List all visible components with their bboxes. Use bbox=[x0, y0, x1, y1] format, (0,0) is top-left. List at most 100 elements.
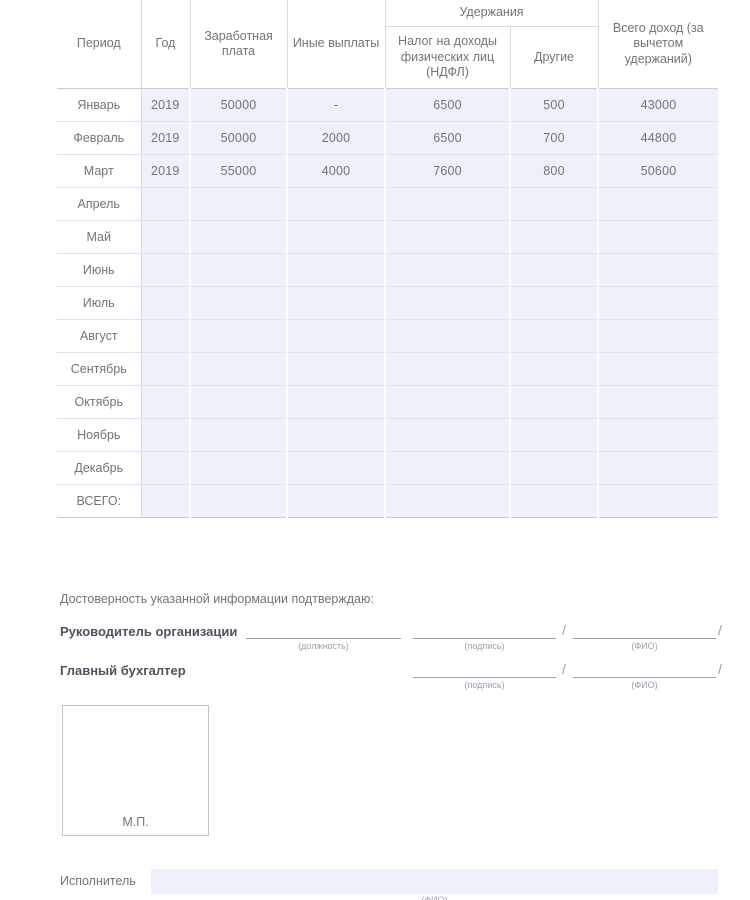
cell-other-payments[interactable] bbox=[287, 286, 386, 320]
cell-ndfl[interactable] bbox=[385, 484, 511, 518]
executor-input[interactable] bbox=[151, 869, 718, 894]
cell-salary[interactable] bbox=[190, 484, 288, 518]
cell-salary[interactable] bbox=[190, 451, 288, 485]
cell-other-payments[interactable] bbox=[287, 319, 386, 353]
cell-other-deductions[interactable] bbox=[510, 451, 600, 485]
cell-year[interactable] bbox=[141, 484, 191, 518]
director-position-field[interactable]: (должность) bbox=[246, 622, 401, 651]
director-name-line[interactable] bbox=[573, 622, 716, 639]
cell-total[interactable] bbox=[598, 484, 719, 518]
cell-other-payments[interactable] bbox=[287, 418, 386, 452]
cell-other-payments[interactable] bbox=[287, 253, 386, 287]
cell-total[interactable] bbox=[598, 385, 719, 419]
cell-ndfl[interactable]: 6500 bbox=[385, 121, 511, 155]
cell-year[interactable] bbox=[141, 352, 191, 386]
cell-salary[interactable] bbox=[190, 385, 288, 419]
cell-year[interactable]: 2019 bbox=[141, 154, 191, 188]
cell-other-deductions[interactable] bbox=[510, 253, 600, 287]
cell-year[interactable] bbox=[141, 385, 191, 419]
cell-other-payments[interactable] bbox=[287, 451, 386, 485]
director-signature-field[interactable]: (подпись) bbox=[413, 622, 556, 651]
cell-salary[interactable] bbox=[190, 286, 288, 320]
cell-year[interactable] bbox=[141, 253, 191, 287]
cell-other-payments[interactable]: 2000 bbox=[287, 121, 386, 155]
cell-salary[interactable] bbox=[190, 220, 288, 254]
cell-total[interactable]: 44800 bbox=[598, 121, 719, 155]
table-row: Декабрь bbox=[57, 451, 719, 485]
cell-other-deductions[interactable] bbox=[510, 220, 600, 254]
cell-year[interactable] bbox=[141, 220, 191, 254]
column-header-other-payments: Иные выплаты bbox=[287, 0, 386, 88]
cell-salary[interactable] bbox=[190, 352, 288, 386]
cell-other-deductions[interactable] bbox=[510, 187, 600, 221]
accountant-name-field[interactable]: (ФИО) bbox=[573, 661, 716, 690]
director-signature-line[interactable] bbox=[413, 622, 556, 639]
cell-total[interactable] bbox=[598, 451, 719, 485]
cell-other-deductions[interactable] bbox=[510, 319, 600, 353]
cell-other-deductions[interactable]: 800 bbox=[510, 154, 600, 188]
cell-ndfl[interactable] bbox=[385, 352, 511, 386]
cell-other-deductions[interactable]: 700 bbox=[510, 121, 600, 155]
cell-ndfl[interactable] bbox=[385, 418, 511, 452]
cell-total[interactable] bbox=[598, 220, 719, 254]
cell-other-payments[interactable]: 4000 bbox=[287, 154, 386, 188]
accountant-signature-line[interactable] bbox=[413, 661, 556, 678]
cell-total[interactable] bbox=[598, 187, 719, 221]
cell-ndfl[interactable]: 6500 bbox=[385, 88, 511, 122]
director-label: Руководитель организации bbox=[60, 624, 238, 639]
cell-year[interactable]: 2019 bbox=[141, 121, 191, 155]
cell-year[interactable] bbox=[141, 451, 191, 485]
cell-ndfl[interactable] bbox=[385, 286, 511, 320]
cell-other-deductions[interactable] bbox=[510, 352, 600, 386]
row-period-label: Сентябрь bbox=[57, 352, 142, 386]
accountant-signature-field[interactable]: (подпись) bbox=[413, 661, 556, 690]
accountant-name-line[interactable] bbox=[573, 661, 716, 678]
cell-salary[interactable]: 50000 bbox=[190, 121, 288, 155]
cell-other-payments[interactable] bbox=[287, 385, 386, 419]
cell-ndfl[interactable] bbox=[385, 220, 511, 254]
cell-ndfl[interactable] bbox=[385, 187, 511, 221]
column-header-other-deductions: Другие bbox=[510, 26, 599, 88]
cell-year[interactable] bbox=[141, 286, 191, 320]
table-body: Январь 2019 50000-6500 500 43000 Февраль 2019 5… bbox=[57, 88, 719, 518]
cell-other-payments[interactable] bbox=[287, 484, 386, 518]
director-position-caption: (должность) bbox=[298, 641, 349, 651]
cell-salary[interactable] bbox=[190, 187, 288, 221]
cell-year[interactable] bbox=[141, 418, 191, 452]
cell-other-deductions[interactable] bbox=[510, 286, 600, 320]
cell-total[interactable] bbox=[598, 418, 719, 452]
cell-year[interactable] bbox=[141, 319, 191, 353]
cell-ndfl[interactable] bbox=[385, 385, 511, 419]
cell-other-payments[interactable] bbox=[287, 352, 386, 386]
cell-total[interactable]: 43000 bbox=[598, 88, 719, 122]
director-position-line[interactable] bbox=[246, 622, 401, 639]
cell-other-deductions[interactable] bbox=[510, 484, 600, 518]
cell-total[interactable] bbox=[598, 319, 719, 353]
cell-ndfl[interactable] bbox=[385, 451, 511, 485]
cell-total[interactable] bbox=[598, 286, 719, 320]
stamp-box: М.П. bbox=[62, 705, 209, 836]
cell-ndfl[interactable] bbox=[385, 253, 511, 287]
cell-year[interactable]: 2019 bbox=[141, 88, 191, 122]
cell-ndfl[interactable]: 7600 bbox=[385, 154, 511, 188]
cell-other-payments[interactable] bbox=[287, 187, 386, 221]
income-table: Период Год Заработная плата Иные выплаты… bbox=[57, 0, 719, 518]
table-header: Период Год Заработная плата Иные выплаты… bbox=[57, 0, 719, 89]
cell-salary[interactable] bbox=[190, 418, 288, 452]
cell-year[interactable] bbox=[141, 187, 191, 221]
cell-other-deductions[interactable]: 500 bbox=[510, 88, 600, 122]
cell-other-deductions[interactable] bbox=[510, 418, 600, 452]
cell-salary[interactable] bbox=[190, 253, 288, 287]
cell-salary[interactable]: 50000 bbox=[190, 88, 288, 122]
cell-ndfl[interactable] bbox=[385, 319, 511, 353]
cell-salary[interactable] bbox=[190, 319, 288, 353]
director-name-field[interactable]: (ФИО) bbox=[573, 622, 716, 651]
cell-total[interactable] bbox=[598, 352, 719, 386]
cell-total[interactable]: 50600 bbox=[598, 154, 719, 188]
cell-total[interactable] bbox=[598, 253, 719, 287]
cell-salary[interactable]: 55000 bbox=[190, 154, 288, 188]
cell-other-payments[interactable] bbox=[287, 220, 386, 254]
cell-other-payments[interactable]: - bbox=[287, 88, 386, 122]
row-period-label: Октябрь bbox=[57, 385, 142, 419]
cell-other-deductions[interactable] bbox=[510, 385, 600, 419]
